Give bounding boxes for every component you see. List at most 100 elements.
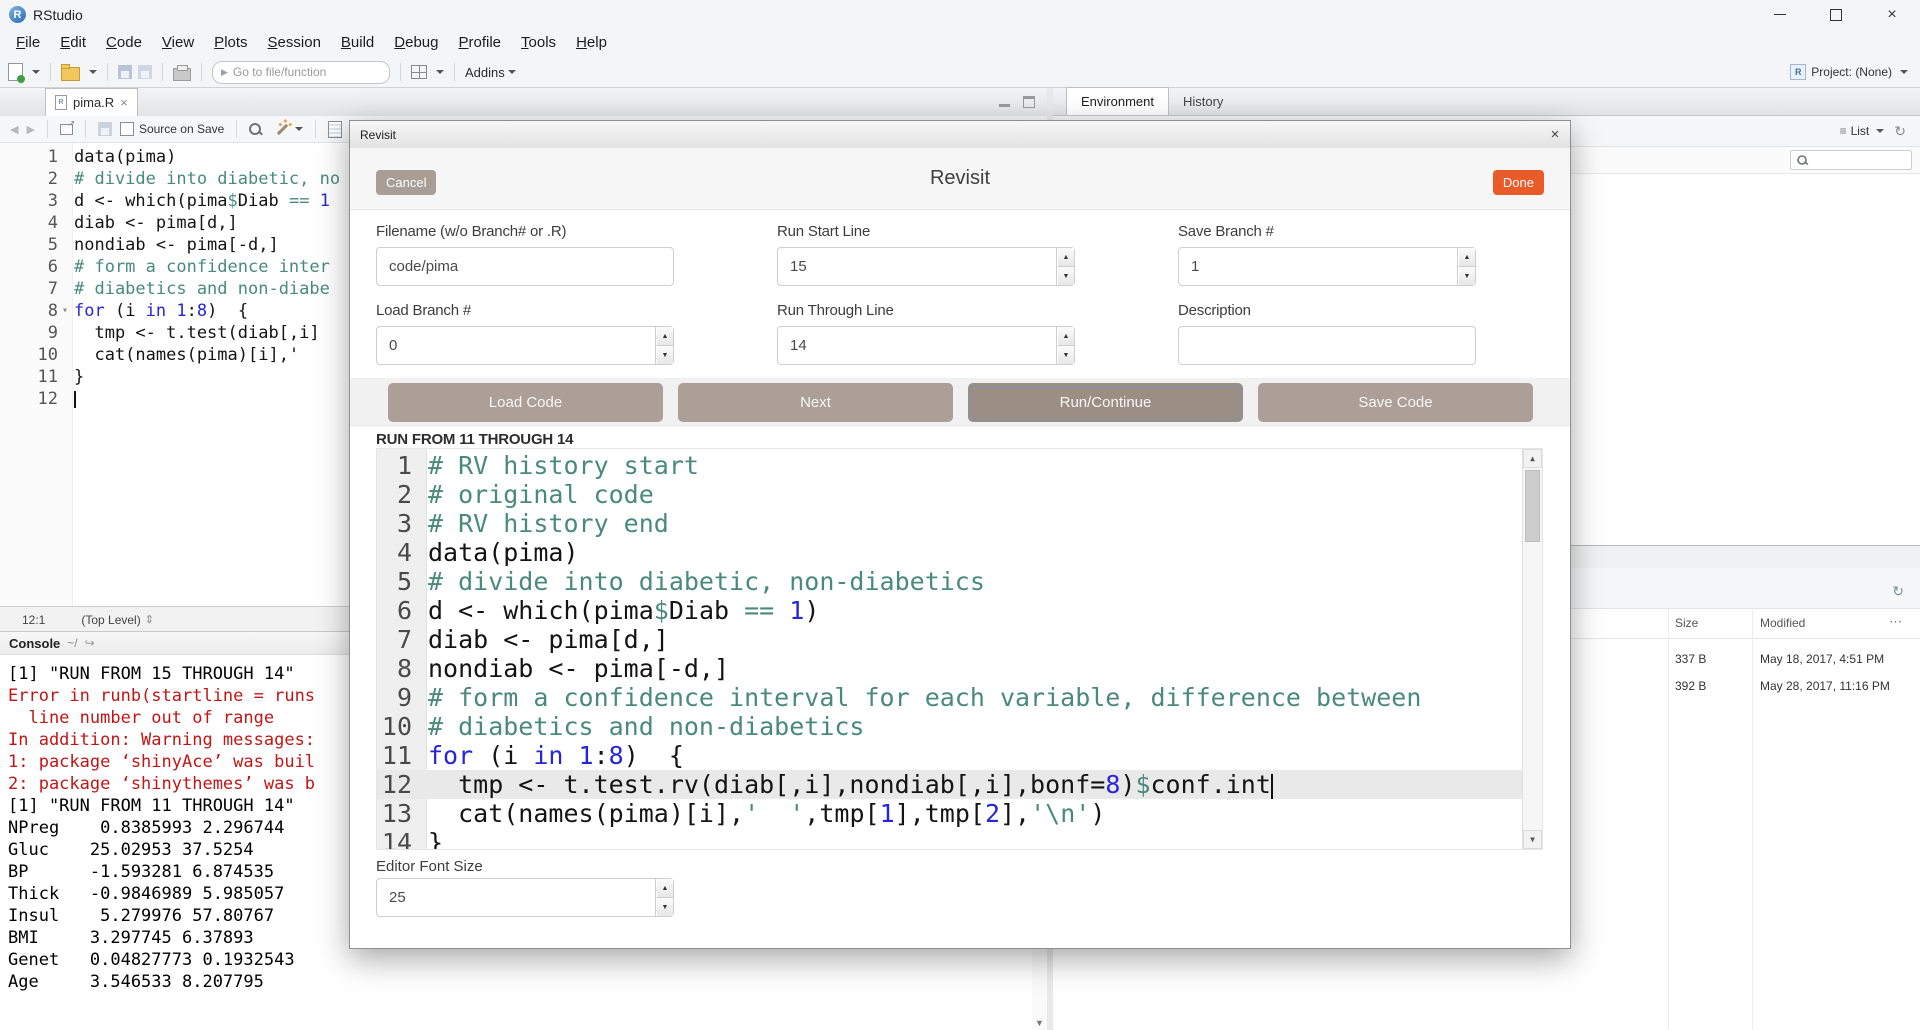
pane-maximize-icon[interactable]: [1023, 96, 1035, 108]
code-line[interactable]: 1# RV history start: [377, 451, 1523, 480]
back-icon[interactable]: ◀: [10, 123, 18, 136]
save-code-button[interactable]: Save Code: [1258, 383, 1533, 422]
code-line[interactable]: 8nondiab <- pima[-d,]: [377, 654, 1523, 683]
load-branch-input[interactable]: [376, 326, 674, 365]
menu-profile[interactable]: Profile: [449, 29, 512, 57]
dialog-title-bar[interactable]: Revisit ×: [350, 121, 1570, 149]
filename-label: Filename (w/o Branch# or .R): [376, 223, 674, 240]
run-start-line-input[interactable]: [777, 247, 1075, 286]
list-view-dropdown[interactable]: ≡ List: [1840, 124, 1885, 138]
scroll-down-icon[interactable]: ▼: [1523, 830, 1542, 849]
refresh-icon[interactable]: ↻: [1894, 123, 1906, 140]
code-line[interactable]: 7diab <- pima[d,]: [377, 625, 1523, 654]
new-file-icon[interactable]: [8, 63, 23, 81]
editor-font-size-input[interactable]: [376, 878, 674, 917]
spinner-up-icon[interactable]: ▲: [656, 327, 673, 346]
spinner-down-icon[interactable]: ▼: [1057, 346, 1074, 364]
popout-icon[interactable]: [60, 124, 73, 135]
code-line[interactable]: 2# original code: [377, 480, 1523, 509]
environment-tab-bar: EnvironmentHistory: [1053, 88, 1920, 116]
forward-icon[interactable]: ▶: [26, 123, 34, 136]
addins-menu[interactable]: Addins: [465, 65, 516, 80]
column-size[interactable]: Size: [1675, 616, 1698, 630]
menu-build[interactable]: Build: [331, 29, 384, 57]
scroll-up-icon[interactable]: ▲: [1523, 449, 1542, 468]
editor-save-icon[interactable]: [98, 122, 112, 136]
find-replace-icon[interactable]: [249, 123, 261, 135]
panes-dropdown-icon[interactable]: [436, 70, 444, 74]
spinner-up-icon[interactable]: ▲: [656, 879, 673, 898]
done-button[interactable]: Done: [1493, 170, 1544, 195]
maximize-button[interactable]: [1808, 0, 1864, 29]
scrollbar-thumb[interactable]: [1525, 470, 1540, 542]
filename-input[interactable]: [376, 247, 674, 286]
workspace-panes-icon[interactable]: [411, 65, 427, 79]
tab-pima[interactable]: R pima.R ×: [45, 88, 138, 116]
code-line[interactable]: 6d <- which(pima$Diab == 1): [377, 596, 1523, 625]
spinner-up-icon[interactable]: ▲: [1057, 248, 1074, 267]
files-refresh-icon[interactable]: ↻: [1892, 583, 1904, 600]
save-branch-input[interactable]: [1178, 247, 1476, 286]
menu-code[interactable]: Code: [96, 29, 152, 57]
spinner-up-icon[interactable]: ▲: [1458, 248, 1475, 267]
print-icon[interactable]: [173, 68, 191, 81]
console-goto-dir-icon[interactable]: ↪: [85, 636, 95, 650]
menu-debug[interactable]: Debug: [384, 29, 448, 57]
dialog-close-icon[interactable]: ×: [1540, 126, 1570, 143]
source-on-save-checkbox[interactable]: [120, 122, 134, 136]
minimize-button[interactable]: [1752, 0, 1808, 29]
project-selector[interactable]: R Project: (None): [1790, 64, 1920, 80]
run-continue-button[interactable]: Run/Continue: [968, 383, 1243, 422]
code-line[interactable]: 3# RV history end: [377, 509, 1523, 538]
tab-close-icon[interactable]: ×: [120, 96, 128, 109]
save-all-icon[interactable]: [138, 65, 152, 79]
menu-help[interactable]: Help: [566, 29, 617, 57]
code-line[interactable]: 9# form a confidence interval for each v…: [377, 683, 1523, 712]
next-button[interactable]: Next: [678, 383, 953, 422]
code-tools-dropdown-icon[interactable]: [295, 127, 303, 131]
spinner-down-icon[interactable]: ▼: [1057, 267, 1074, 285]
code-line[interactable]: 14}: [377, 828, 1523, 850]
code-line[interactable]: 10# diabetics and non-diabetics: [377, 712, 1523, 741]
scope-selector[interactable]: (Top Level)⇕: [81, 613, 154, 627]
save-icon[interactable]: [118, 65, 132, 79]
close-button[interactable]: ×: [1864, 0, 1920, 29]
spinner-down-icon[interactable]: ▼: [656, 346, 673, 364]
menu-view[interactable]: View: [152, 29, 204, 57]
console-working-dir[interactable]: ~/: [67, 636, 77, 650]
open-file-dropdown-icon[interactable]: [89, 70, 97, 74]
file-modified: May 28, 2017, 11:16 PM: [1760, 679, 1890, 693]
save-branch-spinner: ▲▼: [1457, 248, 1475, 285]
spinner-down-icon[interactable]: ▼: [1458, 267, 1475, 285]
tab-environment[interactable]: Environment: [1066, 87, 1169, 115]
column-modified[interactable]: Modified: [1760, 616, 1805, 630]
description-input[interactable]: [1178, 326, 1476, 365]
goto-file-function-box[interactable]: ▶ Go to file/function: [212, 61, 390, 84]
spinner-up-icon[interactable]: ▲: [1057, 327, 1074, 346]
code-line[interactable]: 12 tmp <- t.test.rv(diab[,i],nondiab[,i]…: [377, 770, 1523, 799]
tab-history[interactable]: History: [1169, 88, 1237, 115]
compile-report-icon[interactable]: [328, 121, 342, 138]
menu-edit[interactable]: Edit: [50, 29, 96, 57]
more-options-icon[interactable]: ⋯: [1889, 614, 1902, 630]
code-line[interactable]: 13 cat(names(pima)[i],' ',tmp[1],tmp[2],…: [377, 799, 1523, 828]
menu-file[interactable]: File: [6, 29, 50, 57]
menu-session[interactable]: Session: [258, 29, 331, 57]
pane-minimize-icon[interactable]: [999, 104, 1010, 107]
dialog-code-editor[interactable]: 1# RV history start2# original code3# RV…: [376, 448, 1543, 850]
code-line[interactable]: 4data(pima): [377, 538, 1523, 567]
scroll-down-icon[interactable]: ▼: [1032, 1018, 1047, 1028]
spinner-down-icon[interactable]: ▼: [656, 898, 673, 916]
environment-search-input[interactable]: [1790, 150, 1912, 170]
new-file-dropdown-icon[interactable]: [32, 70, 40, 74]
code-line[interactable]: 5# divide into diabetic, non-diabetics: [377, 567, 1523, 596]
cancel-button[interactable]: Cancel: [376, 170, 436, 195]
menu-tools[interactable]: Tools: [511, 29, 566, 57]
code-line[interactable]: 11for (i in 1:8) {: [377, 741, 1523, 770]
load-code-button[interactable]: Load Code: [388, 383, 663, 422]
code-tools-icon[interactable]: [277, 123, 288, 134]
run-through-line-input[interactable]: [777, 326, 1075, 365]
menu-plots[interactable]: Plots: [204, 29, 257, 57]
dialog-code-scrollbar[interactable]: ▲ ▼: [1522, 449, 1542, 849]
open-file-icon[interactable]: [61, 67, 80, 81]
